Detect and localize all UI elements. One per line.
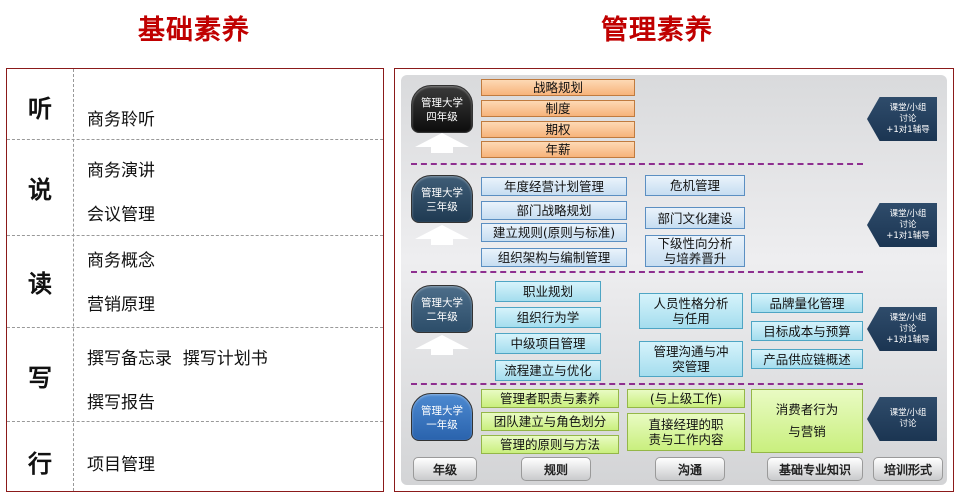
rule-box: 建立规则(原则与标准) [481,223,627,242]
communication-box: 部门文化建设 [645,207,745,229]
communication-box: 管理沟通与冲 突管理 [639,341,743,377]
rule-box: 职业规划 [495,281,601,302]
up-arrow-stem [431,147,453,153]
level-divider [411,271,863,273]
row-listen: 听 商务聆听 [7,69,383,139]
row-write: 写 撰写备忘录 撰写计划书 撰写报告 [7,327,383,421]
column-label-rules: 规则 [521,457,591,481]
rule-box: 流程建立与优化 [495,360,601,381]
item: 营销原理 [87,295,155,315]
knowledge-box: 消费者行为 与营销 [751,389,863,453]
rule-box: 部门战略规划 [481,201,627,220]
rule-box: 管理者职责与素养 [481,389,619,408]
training-format-tag: 课堂/小组 讨论 [867,397,937,441]
rule-box: 团队建立与角色划分 [481,412,619,431]
category-act: 行 [28,450,52,478]
rule-box: 战略规划 [481,79,635,96]
up-arrow-icon [415,133,469,147]
category-read: 读 [28,270,52,298]
column-label-grade: 年级 [413,457,477,481]
item: 会议管理 [87,205,155,225]
rule-box: 管理的原则与方法 [481,435,619,454]
row-speak: 说 商务演讲 会议管理 [7,139,383,235]
rule-box: 期权 [481,121,635,138]
training-format-tag: 课堂/小组 讨论 +1对1辅导 [867,307,937,351]
training-format-tag: 课堂/小组 讨论 +1对1辅导 [867,97,937,141]
communication-box: (与上级工作) [627,389,745,408]
management-diagram: 管理大学 四年级 战略规划 制度 期权 年薪 课堂/小组 讨论 +1对1辅导 管理大学… [394,68,954,492]
column-label-communication: 沟通 [655,457,725,481]
up-arrow-icon [415,335,469,349]
item: 撰写报告 [87,393,155,413]
communication-box: 危机管理 [645,175,745,196]
communication-box: 直接经理的职 责与工作内容 [627,413,745,451]
item: 项目管理 [87,455,155,475]
item: 商务概念 [87,251,155,271]
basic-skills-table: 听 商务聆听 说 商务演讲 会议管理 读 商务概念 营销原理 写 撰写备忘录 撰… [6,68,384,492]
year-badge: 管理大学 三年级 [411,175,473,223]
category-speak: 说 [28,176,52,204]
communication-box: 下级性向分析 与培养晋升 [645,235,745,267]
knowledge-box: 目标成本与预算 [751,321,863,341]
column-label-knowledge: 基础专业知识 [767,457,863,481]
row-act: 行 项目管理 [7,421,383,493]
rule-box: 年度经营计划管理 [481,177,627,196]
category-write: 写 [28,364,52,392]
rule-box: 制度 [481,100,635,117]
up-arrow-stem [431,349,453,355]
item: 商务聆听 [87,110,155,130]
year-badge: 管理大学 二年级 [411,285,473,333]
level-divider [411,383,863,385]
column-label-training-format: 培训形式 [873,457,943,481]
category-listen: 听 [28,95,52,123]
rule-box: 年薪 [481,141,635,158]
communication-box: 人员性格分析 与任用 [639,293,743,329]
rule-box: 组织行为学 [495,307,601,328]
basic-heading: 基础素养 [138,15,250,46]
training-format-tag: 课堂/小组 讨论 +1对1辅导 [867,203,937,247]
row-read: 读 商务概念 营销原理 [7,235,383,327]
up-arrow-icon [415,225,469,239]
knowledge-box: 品牌量化管理 [751,293,863,313]
knowledge-box: 产品供应链概述 [751,349,863,369]
rule-box: 中级项目管理 [495,333,601,354]
level-divider [411,163,863,165]
year-badge: 管理大学 一年级 [411,393,473,441]
up-arrow-stem [431,239,453,245]
item: 商务演讲 [87,161,155,181]
rule-box: 组织架构与编制管理 [481,248,627,267]
year-badge: 管理大学 四年级 [411,85,473,133]
item: 撰写备忘录 撰写计划书 [87,349,268,369]
management-heading: 管理素养 [601,15,713,46]
